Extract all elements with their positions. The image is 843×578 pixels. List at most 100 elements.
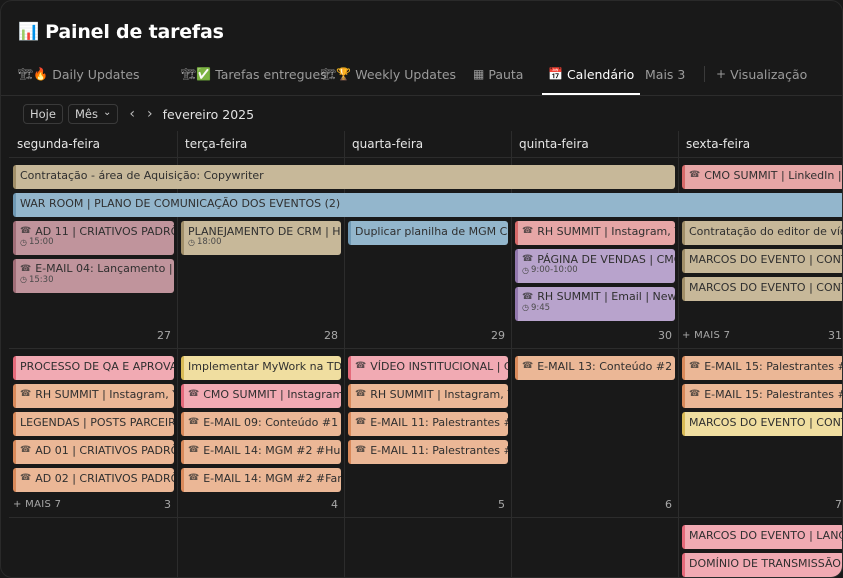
tab-pauta[interactable]: ▦ Pauta xyxy=(473,53,523,95)
tab-label: Weekly Updates xyxy=(355,66,457,82)
day-number: 3 xyxy=(164,498,171,511)
event-title: RH SUMMIT | Email | Newsletter xyxy=(537,290,675,304)
calendar-event[interactable]: Contratação do editor de vídeo xyxy=(682,221,842,245)
event-title: RH SUMMIT | Instagram, YouTube xyxy=(370,387,508,401)
calendar-event[interactable]: ☎RH SUMMIT | Instagram, YouTube xyxy=(515,221,675,245)
calendar-event[interactable]: ☎E-MAIL 14: MGM #2 #Hunter xyxy=(181,440,341,464)
phone-icon: ☎ xyxy=(188,389,200,399)
day-number: 31 xyxy=(828,329,842,342)
phone-icon: ☎ xyxy=(689,361,701,371)
event-time: 15:00 xyxy=(28,237,54,247)
event-time: 9:45 xyxy=(530,302,551,313)
today-button[interactable]: Hoje xyxy=(23,104,63,124)
calendar-event[interactable]: ☎AD 11 | CRIATIVOS PADRÕES ◷15:00 xyxy=(13,221,174,255)
calendar-event[interactable]: ☎RH SUMMIT | Instagram, YouTube xyxy=(13,384,174,408)
clock-icon: ◷ xyxy=(188,237,195,247)
plus-icon: + xyxy=(716,67,727,81)
weekday-header: quarta-feira xyxy=(352,137,424,151)
calendar-event[interactable]: ☎CMO SUMMIT | LinkedIn | Imagem xyxy=(682,165,842,189)
calendar-grid: segunda-feira terça-feira quarta-feira quin… xyxy=(9,131,842,577)
calendar-event[interactable]: ☎AD 02 | CRIATIVOS PADRÕES xyxy=(13,468,174,492)
calendar-event[interactable]: ☎E-MAIL 13: Conteúdo #2 #Hub xyxy=(515,356,675,380)
calendar-event[interactable]: Duplicar planilha de MGM CMO xyxy=(348,221,508,245)
more-events-link[interactable]: + MAIS 7 xyxy=(682,330,730,341)
next-month-button[interactable]: › xyxy=(147,106,153,122)
tab-icon: 🏗🏆 xyxy=(321,67,352,81)
tab-label: Visualização xyxy=(730,66,808,82)
tab-label: Mais 3 xyxy=(645,66,686,82)
event-title: DOMÍNIO DE TRANSMISSÃO xyxy=(689,556,841,570)
calendar-event[interactable]: DOMÍNIO DE TRANSMISSÃO xyxy=(682,553,842,577)
tab-calendario[interactable]: 📅 Calendário xyxy=(541,53,641,95)
event-title: MARCOS DO EVENTO | CONTEÚDO xyxy=(689,252,842,266)
calendar-event[interactable]: ☎ CMO SUMMIT | Instagram xyxy=(181,384,341,408)
calendar-toolbar: Hoje Mês ⌄ ‹ › fevereiro 2025 xyxy=(23,102,254,126)
calendar-event[interactable]: ☎VÍDEO INSTITUCIONAL | CMO xyxy=(348,356,508,380)
more-events-link[interactable]: + MAIS 7 xyxy=(13,499,61,510)
calendar-event[interactable]: Contratação - área de Aquisição: Copywri… xyxy=(13,165,675,189)
event-time: 18:00 xyxy=(196,237,222,247)
weekday-header: terça-feira xyxy=(185,137,248,151)
page-title: Painel de tarefas xyxy=(45,21,224,43)
calendar-event[interactable]: ☎RH SUMMIT | Instagram, YouTube xyxy=(348,384,508,408)
calendar-event[interactable]: ☎E-MAIL 14: MGM #2 #Farmer xyxy=(181,468,341,492)
clock-icon: ◷ xyxy=(20,275,27,285)
phone-icon: ☎ xyxy=(20,473,32,483)
event-title: RH SUMMIT | Instagram, YouTube xyxy=(35,387,174,401)
calendar-event[interactable]: ☎E-MAIL 04: Lançamento | Blog ◷15:30 xyxy=(13,258,174,293)
tabs-divider xyxy=(1,95,842,96)
tab-icon: 📅 xyxy=(548,67,563,81)
phone-icon: ☎ xyxy=(689,389,701,399)
tab-daily-updates[interactable]: 🏗🔥 Daily Updates xyxy=(18,53,140,95)
event-title: Duplicar planilha de MGM CMO xyxy=(355,224,508,238)
event-title: E-MAIL 11: Palestrantes #1 xyxy=(370,415,508,429)
view-tabs: 🏗🔥 Daily Updates 🏗✅ Tarefas entregues 🏗🏆 Week… xyxy=(18,53,842,95)
calendar-event[interactable]: Implementar MyWork na TD xyxy=(181,356,341,380)
day-number: 28 xyxy=(324,329,338,342)
phone-icon: ☎ xyxy=(20,263,32,274)
calendar-event[interactable]: MARCOS DO EVENTO | CONTEÚDO xyxy=(682,249,842,273)
calendar-event[interactable]: LEGENDAS | POSTS PARCEIROS xyxy=(13,412,174,436)
calendar-event[interactable]: ☎RH SUMMIT | Email | Newsletter ◷9:45 xyxy=(515,286,675,321)
phone-icon: ☎ xyxy=(188,445,200,455)
calendar-event[interactable]: WAR ROOM | PLANO DE COMUNICAÇÃO DOS EVEN… xyxy=(13,193,842,217)
add-view-button[interactable]: + Visualização xyxy=(716,53,807,95)
clock-icon: ◷ xyxy=(522,265,529,275)
event-title: VÍDEO INSTITUCIONAL | CMO xyxy=(370,359,508,373)
event-title: WAR ROOM | PLANO DE COMUNICAÇÃO DOS EVEN… xyxy=(20,196,341,210)
app-window: 📊 Painel de tarefas 🏗🔥 Daily Updates 🏗✅ Tar… xyxy=(0,0,843,578)
calendar-event[interactable]: MARCOS DO EVENTO | LANÇAMENTO xyxy=(682,525,842,549)
calendar-event[interactable]: ☎ E-MAIL 11: Palestrantes #1 xyxy=(348,412,508,436)
calendar-event[interactable]: PLANEJAMENTO DE CRM | HUB ◷ 18:00 xyxy=(181,221,341,255)
tab-weekly-updates[interactable]: 🏗🏆 Weekly Updates xyxy=(321,53,456,95)
calendar-event[interactable]: ☎ E-MAIL 11: Palestrantes #2 xyxy=(348,440,508,464)
phone-icon: ☎ xyxy=(355,445,367,455)
weekday-header: quinta-feira xyxy=(519,137,589,151)
calendar-event[interactable]: ☎ E-MAIL 15: Palestrantes #1 xyxy=(682,356,842,380)
view-mode-dropdown[interactable]: Mês ⌄ xyxy=(67,104,119,124)
tab-icon: ▦ xyxy=(473,67,485,81)
calendar-event[interactable]: PROCESSO DE QA E APROVAÇÃO xyxy=(13,356,174,380)
phone-icon: ☎ xyxy=(355,361,367,371)
calendar-event[interactable]: ☎AD 01 | CRIATIVOS PADRÕES xyxy=(13,440,174,464)
weekday-header: sexta-feira xyxy=(686,137,751,151)
phone-icon: ☎ xyxy=(20,389,32,399)
tab-tarefas-entregues[interactable]: 🏗✅ Tarefas entregues xyxy=(181,53,327,95)
phone-icon: ☎ xyxy=(355,417,367,427)
calendar-event[interactable]: ☎ E-MAIL 15: Palestrantes #2 xyxy=(682,384,842,408)
prev-month-button[interactable]: ‹ xyxy=(129,106,135,122)
event-title: PROCESSO DE QA E APROVAÇÃO xyxy=(20,359,174,373)
tab-mais[interactable]: Mais 3 xyxy=(645,53,685,95)
phone-icon: ☎ xyxy=(522,361,534,371)
calendar-event[interactable]: ☎E-MAIL 09: Conteúdo #1 #Hub xyxy=(181,412,341,436)
day-number: 6 xyxy=(665,498,672,511)
calendar-event[interactable]: MARCOS DO EVENTO | CONTEÚDO xyxy=(682,277,842,301)
view-mode-label: Mês xyxy=(74,107,98,121)
day-number: 5 xyxy=(498,498,505,511)
phone-icon: ☎ xyxy=(355,389,367,399)
event-title: LEGENDAS | POSTS PARCEIROS xyxy=(20,415,174,429)
event-title: E-MAIL 13: Conteúdo #2 #Hub xyxy=(537,359,675,373)
calendar-event[interactable]: ☎ PÁGINA DE VENDAS | CMO ◷ 9:00-10:00 xyxy=(515,249,675,283)
calendar-event[interactable]: MARCOS DO EVENTO | CONTEÚDO xyxy=(682,412,842,436)
tab-label: Daily Updates xyxy=(52,66,140,82)
